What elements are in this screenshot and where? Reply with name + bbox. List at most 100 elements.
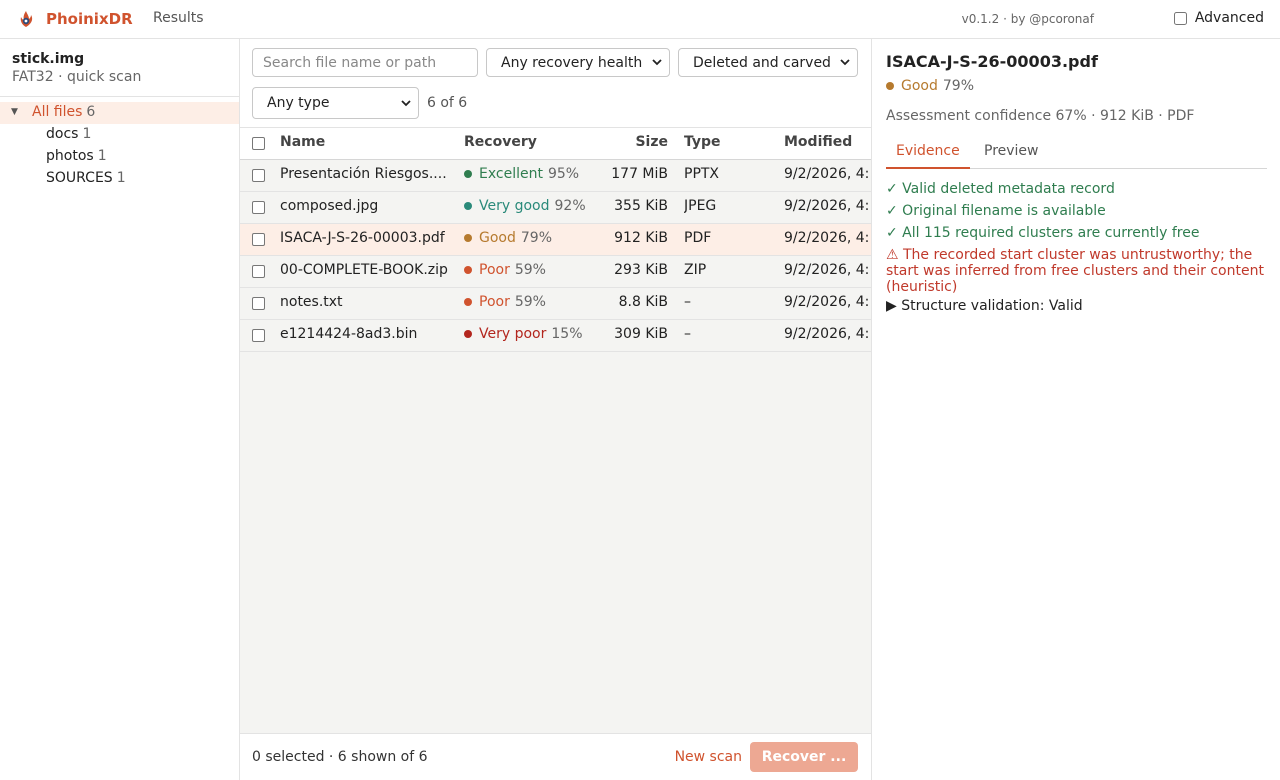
structure-validation-toggle[interactable]: ▶ Structure validation: Valid xyxy=(886,298,1271,314)
detail-tabs: Evidence Preview xyxy=(886,138,1267,169)
tree-item-label: SOURCES xyxy=(46,170,113,186)
health-filter-select[interactable]: Any recovery health xyxy=(486,48,670,77)
health-percent: 59% xyxy=(514,294,546,310)
detail-health: Good 79% xyxy=(886,78,974,94)
table-row[interactable]: composed.jpg Very good 92% 355 KiB JPEG 9… xyxy=(240,192,871,224)
table-row[interactable]: e1214424-8ad3.bin Very poor 15% 309 KiB –… xyxy=(240,320,871,352)
health-percent: 59% xyxy=(514,262,546,278)
row-checkbox[interactable] xyxy=(252,233,265,246)
column-header-name[interactable]: Name xyxy=(280,134,325,150)
tree-item-docs[interactable]: docs 1 xyxy=(0,124,239,146)
filter-bar: Any recovery health Deleted and carved A… xyxy=(240,39,871,128)
file-size: 309 KiB xyxy=(614,326,668,342)
row-checkbox[interactable] xyxy=(252,201,265,214)
file-type: PDF xyxy=(684,230,712,246)
tab-preview[interactable]: Preview xyxy=(974,143,1049,167)
new-scan-button[interactable]: New scan xyxy=(675,749,742,765)
row-checkbox[interactable] xyxy=(252,297,265,310)
health-percent: 79% xyxy=(520,230,552,246)
tree-item-photos[interactable]: photos 1 xyxy=(0,146,239,168)
deletion-filter-value: Deleted and carved xyxy=(693,54,831,71)
type-filter-select[interactable]: Any type xyxy=(252,87,419,119)
recovery-status: Very good 92% xyxy=(464,198,586,214)
recovery-status: Good 79% xyxy=(464,230,552,246)
column-header-recovery[interactable]: Recovery xyxy=(464,134,537,150)
file-name: Presentación Riesgos.... xyxy=(280,166,447,182)
health-percent: 95% xyxy=(547,166,580,182)
image-subtitle: FAT32 · quick scan xyxy=(12,69,142,85)
recover-button[interactable]: Recover ... xyxy=(750,742,858,772)
file-modified: 9/2/2026, 4: xyxy=(784,198,870,214)
file-modified: 9/2/2026, 4: xyxy=(784,262,870,278)
file-modified: 9/2/2026, 4: xyxy=(784,326,870,342)
phoenix-logo-icon xyxy=(20,11,33,27)
image-name: stick.img xyxy=(12,51,85,67)
detail-panel: ISACA-J-S-26-00003.pdf Good 79% Assessme… xyxy=(871,39,1280,780)
advanced-label: Advanced xyxy=(1194,10,1264,26)
table-row-selected[interactable]: ISACA-J-S-26-00003.pdf Good 79% 912 KiB P… xyxy=(240,224,871,256)
file-size: 355 KiB xyxy=(614,198,668,214)
nav-results-link[interactable]: Results xyxy=(153,10,204,26)
evidence-item: ✓ All 115 required clusters are currentl… xyxy=(886,225,1200,241)
detail-meta: Assessment confidence 67% · 912 KiB · PD… xyxy=(886,108,1195,124)
recovery-status: Excellent 95% xyxy=(464,166,579,182)
file-modified: 9/2/2026, 4: xyxy=(784,230,870,246)
health-dot-icon xyxy=(464,170,472,178)
column-header-type[interactable]: Type xyxy=(684,134,721,150)
file-name: notes.txt xyxy=(280,294,343,310)
chevron-down-icon xyxy=(652,59,662,66)
select-all-checkbox[interactable] xyxy=(252,137,265,150)
sidebar: stick.img FAT32 · quick scan ▼ All files… xyxy=(0,39,240,780)
health-label: Excellent xyxy=(479,166,543,182)
tree-item-all-files[interactable]: ▼ All files 6 xyxy=(0,102,239,124)
action-footer: 0 selected · 6 shown of 6 New scan Recov… xyxy=(240,733,871,780)
search-input[interactable] xyxy=(252,48,478,77)
column-header-size[interactable]: Size xyxy=(635,134,668,150)
row-checkbox[interactable] xyxy=(252,169,265,182)
health-label: Very poor xyxy=(479,326,547,342)
table-row[interactable]: Presentación Riesgos.... Excellent 95% 17… xyxy=(240,160,871,192)
app-name[interactable]: PhoinixDR xyxy=(46,10,133,28)
caret-down-icon[interactable]: ▼ xyxy=(11,107,18,117)
selection-status: 0 selected · 6 shown of 6 xyxy=(252,749,428,765)
type-filter-value: Any type xyxy=(267,95,330,111)
detail-health-label: Good xyxy=(901,78,938,94)
health-label: Very good xyxy=(479,198,550,214)
file-size: 177 MiB xyxy=(611,166,668,182)
recovery-status: Very poor 15% xyxy=(464,326,583,342)
tree-item-sources[interactable]: SOURCES 1 xyxy=(0,168,239,190)
tree-item-label: All files xyxy=(32,104,83,120)
file-size: 293 KiB xyxy=(614,262,668,278)
result-count: 6 of 6 xyxy=(427,95,468,111)
deletion-filter-select[interactable]: Deleted and carved xyxy=(678,48,858,77)
main-panel: Any recovery health Deleted and carved A… xyxy=(240,39,871,780)
row-checkbox[interactable] xyxy=(252,329,265,342)
column-header-modified[interactable]: Modified xyxy=(784,134,852,150)
health-dot-icon xyxy=(464,234,472,242)
table-row[interactable]: notes.txt Poor 59% 8.8 KiB – 9/2/2026, 4: xyxy=(240,288,871,320)
evidence-warning: ⚠ The recorded start cluster was untrust… xyxy=(886,247,1264,295)
chevron-down-icon xyxy=(840,59,850,66)
file-type: ZIP xyxy=(684,262,707,278)
evidence-item: ✓ Original filename is available xyxy=(886,203,1106,219)
recovery-status: Poor 59% xyxy=(464,262,546,278)
health-dot-icon xyxy=(464,298,472,306)
tree-item-count: 6 xyxy=(86,104,96,120)
chevron-down-icon xyxy=(401,100,411,107)
health-percent: 15% xyxy=(551,326,583,342)
row-checkbox[interactable] xyxy=(252,265,265,278)
advanced-toggle[interactable]: Advanced xyxy=(1173,10,1264,26)
health-dot-icon xyxy=(464,330,472,338)
file-table-body: Presentación Riesgos.... Excellent 95% 17… xyxy=(240,160,871,352)
table-row[interactable]: 00-COMPLETE-BOOK.zip Poor 59% 293 KiB ZIP… xyxy=(240,256,871,288)
tree-item-count: 1 xyxy=(97,148,107,164)
evidence-item: ✓ Valid deleted metadata record xyxy=(886,181,1115,197)
health-filter-value: Any recovery health xyxy=(501,54,643,71)
detail-health-percent: 79% xyxy=(942,78,974,94)
recovery-status: Poor 59% xyxy=(464,294,546,310)
version-label: v0.1.2 · by @pcoronaf xyxy=(961,12,1094,26)
file-type: – xyxy=(684,294,691,310)
file-modified: 9/2/2026, 4: xyxy=(784,294,870,310)
advanced-checkbox[interactable] xyxy=(1173,11,1187,25)
tab-evidence[interactable]: Evidence xyxy=(886,143,970,169)
